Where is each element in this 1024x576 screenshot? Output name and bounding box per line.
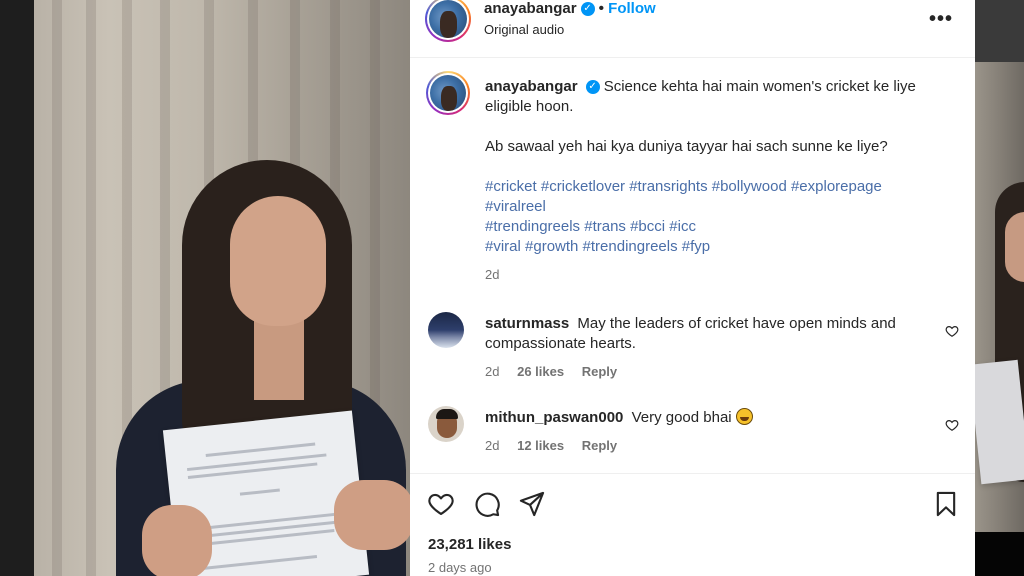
left-hand <box>142 505 212 576</box>
header-username[interactable]: anayabangar <box>484 0 577 17</box>
caption-username[interactable]: anayabangar <box>485 78 578 95</box>
caption-avatar[interactable] <box>426 71 470 115</box>
comment-like-heart-icon[interactable] <box>945 418 959 432</box>
post-header: anayabangar ✓ • Follow Original audio ••• <box>410 0 975 58</box>
post-time: 2 days ago <box>428 560 492 575</box>
comment-username[interactable]: mithun_paswan000 <box>485 409 623 426</box>
curtain-fold <box>52 0 62 576</box>
right-hand <box>334 480 410 550</box>
preview-paper <box>975 359 1024 485</box>
hashtag-line[interactable]: #trendingreels #trans #bcci #icc <box>485 217 945 237</box>
hashtag-line[interactable]: #cricket #cricketlover #transrights #bol… <box>485 177 945 197</box>
caption-body: anayabangar ✓ Science kehta hai main wome… <box>485 77 945 285</box>
comment-icon[interactable] <box>473 490 501 518</box>
comment-like-heart-icon[interactable] <box>945 324 959 338</box>
post-panel: anayabangar ✓ • Follow Original audio ••• a… <box>410 0 975 576</box>
verified-badge-icon: ✓ <box>585 80 600 95</box>
likes-count[interactable]: 23,281 likes <box>428 536 511 553</box>
comment-meta: 2d 12 likes Reply <box>485 438 631 453</box>
backdrop-top-right <box>975 0 1024 62</box>
comment-meta: 2d 26 likes Reply <box>485 364 631 379</box>
curtain-fold <box>86 0 96 576</box>
comment-time: 2d <box>485 364 500 379</box>
reply-button[interactable]: Reply <box>582 438 617 453</box>
reel-video[interactable] <box>34 0 410 576</box>
verified-badge-icon: ✓ <box>580 1 595 16</box>
hashtags: #cricket #cricketlover #transrights #bol… <box>485 177 945 257</box>
person-face <box>230 196 326 326</box>
comment-time: 2d <box>485 438 500 453</box>
post-actions: 23,281 likes 2 days ago <box>410 473 975 576</box>
reply-button[interactable]: Reply <box>582 364 617 379</box>
preview-face <box>1005 212 1024 282</box>
audio-label[interactable]: Original audio <box>484 22 564 37</box>
share-icon[interactable] <box>518 490 546 518</box>
caption-text-line2: Ab sawaal yeh hai kya duniya tayyar hai … <box>485 138 888 155</box>
commenter-avatar[interactable] <box>428 312 464 348</box>
follow-button[interactable]: Follow <box>608 0 656 17</box>
grinning-face-emoji <box>735 408 753 425</box>
avatar[interactable] <box>425 0 471 42</box>
backdrop-bottom-right <box>975 532 1024 576</box>
more-options-icon[interactable]: ••• <box>929 8 953 31</box>
next-post-preview[interactable] <box>975 62 1024 532</box>
hashtag-line[interactable]: #viral #growth #trendingreels #fyp <box>485 237 945 257</box>
left-dark-strip <box>0 0 34 576</box>
comment-likes[interactable]: 26 likes <box>517 364 564 379</box>
commenter-avatar[interactable] <box>428 406 464 442</box>
comment-text-block: saturnmass May the leaders of cricket ha… <box>485 314 925 354</box>
caption-time: 2d <box>485 267 500 282</box>
bookmark-icon[interactable] <box>932 490 960 518</box>
comment-text: Very good bhai <box>631 409 732 426</box>
comment-text-block: mithun_paswan000 Very good bhai <box>485 408 925 428</box>
hashtag-line[interactable]: #viralreel <box>485 197 945 217</box>
separator-dot: • <box>598 0 605 17</box>
comment-likes[interactable]: 12 likes <box>517 438 564 453</box>
heart-icon[interactable] <box>427 490 455 518</box>
comment-username[interactable]: saturnmass <box>485 315 569 332</box>
header-user-line: anayabangar ✓ • Follow <box>484 0 656 18</box>
post-caption: anayabangar ✓ Science kehta hai main wome… <box>410 58 975 303</box>
